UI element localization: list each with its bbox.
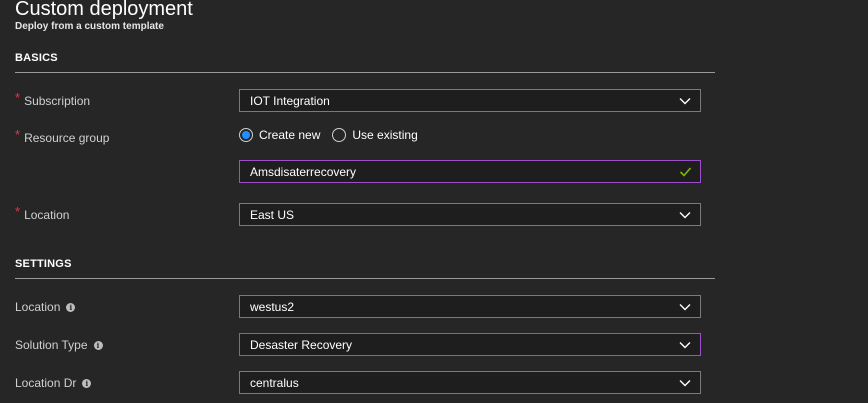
resource-group-name-input[interactable]: Amsdisaterrecovery — [239, 160, 701, 183]
section-basics-heading: BASICS — [15, 52, 715, 73]
page-title: Custom deployment — [15, 0, 193, 20]
radio-create-new-circle[interactable] — [239, 128, 253, 142]
resource-group-label: * Resource group — [15, 127, 110, 145]
location-label: * Location — [15, 204, 70, 222]
radio-use-existing[interactable]: Use existing — [332, 128, 418, 142]
location-dr-label-text: Location Dr — [15, 376, 77, 390]
radio-use-existing-circle[interactable] — [332, 128, 347, 142]
required-marker: * — [15, 204, 21, 219]
chevron-down-icon — [679, 379, 691, 386]
settings-location-label: Location i — [15, 300, 76, 314]
subscription-value: IOT Integration — [250, 93, 330, 108]
settings-location-value: westus2 — [250, 299, 295, 314]
info-icon[interactable]: i — [93, 340, 103, 350]
chevron-down-icon — [679, 341, 691, 348]
solution-type-value: Desaster Recovery — [250, 337, 353, 352]
radio-create-new[interactable]: Create new — [239, 128, 320, 142]
subscription-label-text: Subscription — [24, 93, 91, 108]
chevron-down-icon — [679, 211, 691, 218]
solution-type-label: Solution Type i — [15, 338, 103, 352]
radio-use-existing-label: Use existing — [352, 128, 418, 142]
settings-location-dropdown[interactable]: westus2 — [239, 295, 701, 318]
location-dr-label: Location Dr i — [15, 376, 92, 390]
page-subtitle: Deploy from a custom template — [15, 21, 164, 32]
location-label-text: Location — [24, 207, 70, 222]
settings-location-label-text: Location — [15, 300, 61, 314]
info-icon[interactable]: i — [66, 302, 76, 312]
subscription-label: * Subscription — [15, 90, 91, 108]
solution-type-label-text: Solution Type — [15, 338, 88, 352]
solution-type-dropdown[interactable]: Desaster Recovery — [239, 333, 701, 356]
radio-create-new-label: Create new — [259, 128, 321, 142]
required-marker: * — [15, 127, 21, 142]
location-dr-dropdown[interactable]: centralus — [239, 371, 701, 394]
location-value: East US — [250, 207, 295, 222]
chevron-down-icon — [679, 303, 691, 310]
chevron-down-icon — [679, 97, 691, 104]
info-icon[interactable]: i — [82, 378, 92, 388]
checkmark-icon — [679, 167, 692, 177]
location-dr-value: centralus — [250, 375, 299, 390]
radio-selected-dot — [242, 131, 250, 139]
required-marker: * — [15, 90, 21, 105]
resource-group-label-text: Resource group — [24, 130, 110, 145]
resource-group-name-value: Amsdisaterrecovery — [250, 164, 357, 179]
location-dropdown[interactable]: East US — [239, 203, 701, 226]
subscription-dropdown[interactable]: IOT Integration — [239, 89, 701, 112]
resource-group-radio-group: Create new Use existing — [239, 128, 430, 142]
section-settings-heading: SETTINGS — [15, 258, 715, 279]
